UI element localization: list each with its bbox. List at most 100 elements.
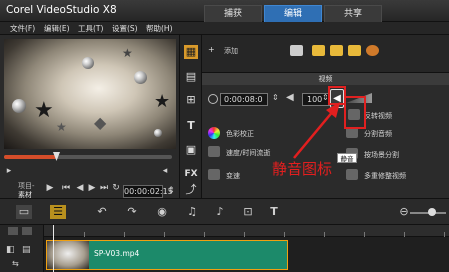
duration-clock-icon	[208, 94, 218, 104]
speed-time-lapse-icon[interactable]	[208, 146, 220, 157]
reverse-video-label[interactable]: 反转视频	[364, 111, 392, 121]
menu-edit[interactable]: 编辑(E)	[44, 22, 70, 35]
preview-screen[interactable]: ★ ★ ★ ★ ◆	[4, 39, 176, 149]
clip-duration-input[interactable]: 0:00:08:0	[220, 93, 268, 106]
add-folder-label[interactable]: 添加	[224, 46, 238, 56]
preview-panel: ★ ★ ★ ★ ◆ ▸ ◂ 项目- 素材 ▶ ⏮ ◀ ▶ ⏭ ↻ 00:00:0…	[0, 35, 180, 199]
video-clip[interactable]: SP-V03.mp4	[46, 240, 288, 270]
menu-file[interactable]: 文件(F)	[10, 22, 35, 35]
chapter-point-icon[interactable]	[22, 227, 32, 235]
multi-trim-video-icon[interactable]	[346, 169, 358, 180]
timecode-stepper-icon[interactable]: ⇕	[166, 185, 176, 197]
track-manager-icon[interactable]	[8, 227, 18, 235]
timeline: ◧ ▤ ⇆ SP-V03.mp4	[0, 225, 449, 272]
graphic-icon[interactable]: ▣	[184, 143, 198, 157]
decor-ball	[82, 57, 94, 69]
ruler-tick	[364, 232, 365, 237]
scrubber-progress	[4, 155, 56, 159]
show-photos-icon[interactable]	[330, 45, 343, 56]
split-by-scene-label[interactable]: 按场景分割	[364, 150, 399, 160]
variable-speed-icon[interactable]	[208, 169, 220, 180]
undo-icon[interactable]: ↶	[94, 205, 110, 219]
tab-edit[interactable]: 编辑	[264, 5, 322, 22]
title-icon[interactable]: T	[184, 119, 198, 133]
decor-star: ◆	[94, 113, 107, 132]
ruler-tick	[84, 232, 85, 237]
zoom-slider-handle[interactable]	[428, 208, 436, 216]
ruler-tick	[164, 232, 165, 237]
redo-icon[interactable]: ↷	[124, 205, 140, 219]
ruler-tick	[404, 232, 405, 237]
clip-name: SP-V03.mp4	[94, 249, 140, 258]
transition-icon[interactable]: ⊞	[184, 93, 198, 107]
menu-help[interactable]: 帮助(H)	[146, 22, 173, 35]
trim-end-icon[interactable]: ◂	[160, 165, 170, 177]
track-headers: ◧ ▤ ⇆	[0, 225, 44, 272]
ruler-tick	[244, 232, 245, 237]
ruler-tick	[324, 232, 325, 237]
track-visible-icon[interactable]: ◧	[6, 245, 15, 255]
color-correction-label[interactable]: 色彩校正	[226, 129, 254, 139]
play-icon[interactable]: ▶	[44, 182, 56, 194]
color-correction-icon[interactable]	[208, 127, 220, 139]
filter-icon[interactable]: FX	[184, 167, 198, 181]
annotation-callout-text: 静音图标	[272, 160, 333, 178]
end-icon[interactable]: ⏭	[98, 182, 110, 194]
next-frame-icon[interactable]: ▶	[86, 182, 98, 194]
share-icon[interactable]	[366, 45, 379, 56]
decor-ball	[12, 99, 26, 113]
repeat-icon[interactable]: ↻	[110, 182, 122, 194]
menu-settings[interactable]: 设置(S)	[112, 22, 138, 35]
video-track-icon: ▤	[22, 245, 31, 255]
timeline-toolbar: ▭ ☰ ↶ ↷ ◉ ♫ ♪ ⊡ T ⊖	[0, 198, 449, 225]
preview-timecode[interactable]: 00:00:02:15	[123, 185, 173, 198]
instant-project-icon[interactable]: ▤	[184, 70, 198, 84]
auto-music-icon[interactable]: ♪	[212, 205, 228, 219]
menu-bar: 文件(F) 编辑(E) 工具(T) 设置(S) 帮助(H)	[0, 22, 449, 35]
timeline-ruler[interactable]	[44, 225, 449, 237]
ruler-tick	[204, 232, 205, 237]
multi-trim-video-label[interactable]: 多重修整视频	[364, 171, 406, 181]
decor-star: ★	[154, 91, 171, 112]
home-icon[interactable]: ⏮	[60, 182, 72, 194]
split-audio-label[interactable]: 分割音频	[364, 129, 392, 139]
folder-icon[interactable]	[290, 45, 303, 56]
annotation-highlight-box	[344, 96, 366, 129]
app-title: Corel VideoStudio X8	[6, 4, 117, 16]
trim-start-icon[interactable]: ▸	[4, 165, 14, 177]
duration-stepper-icon[interactable]: ⇕	[272, 93, 279, 102]
sound-mixer-icon[interactable]: ♫	[184, 205, 200, 219]
tab-capture[interactable]: 捕获	[204, 5, 262, 22]
decor-ball	[134, 71, 147, 84]
title-bar: Corel VideoStudio X8 捕获 编辑 共享	[0, 0, 449, 22]
decor-star: ★	[34, 98, 54, 123]
show-audio-icon[interactable]	[348, 45, 361, 56]
decor-ball	[154, 129, 162, 137]
previous-frame-icon[interactable]: ◀	[74, 182, 86, 194]
ripple-edit-icon[interactable]: ⇆	[12, 259, 19, 268]
annotation-arrow	[293, 102, 340, 159]
decor-star: ★	[122, 46, 133, 60]
menu-tools[interactable]: 工具(T)	[78, 22, 103, 35]
add-plus-icon[interactable]: +	[208, 45, 215, 54]
options-tab-video[interactable]: 视频	[202, 73, 449, 85]
decor-star: ★	[56, 120, 67, 134]
preview-frame-image: ★ ★ ★ ★ ◆	[4, 39, 176, 149]
ruler-tick	[444, 232, 445, 237]
playhead[interactable]	[53, 225, 54, 272]
media-icon[interactable]: ▦	[184, 45, 198, 59]
show-videos-icon[interactable]	[312, 45, 325, 56]
ruler-tick	[284, 232, 285, 237]
subtitle-editor-icon[interactable]: T	[266, 205, 282, 219]
record-capture-icon[interactable]: ◉	[154, 205, 170, 219]
path-icon[interactable]: ⤴	[184, 183, 198, 197]
library-toolbar: + 添加	[202, 35, 449, 73]
storyboard-view-icon[interactable]: ▭	[16, 205, 32, 219]
speed-time-lapse-label[interactable]: 速度/时间流逝	[226, 148, 270, 158]
motion-tracking-icon[interactable]: ⊡	[240, 205, 256, 219]
timeline-view-icon[interactable]: ☰	[50, 205, 66, 219]
variable-speed-label[interactable]: 变速	[226, 171, 240, 181]
tab-share[interactable]: 共享	[324, 5, 382, 22]
library-side-toolbar: ▦ ▤ ⊞ T ▣ FX ⤴	[180, 35, 202, 198]
ruler-tick	[124, 232, 125, 237]
